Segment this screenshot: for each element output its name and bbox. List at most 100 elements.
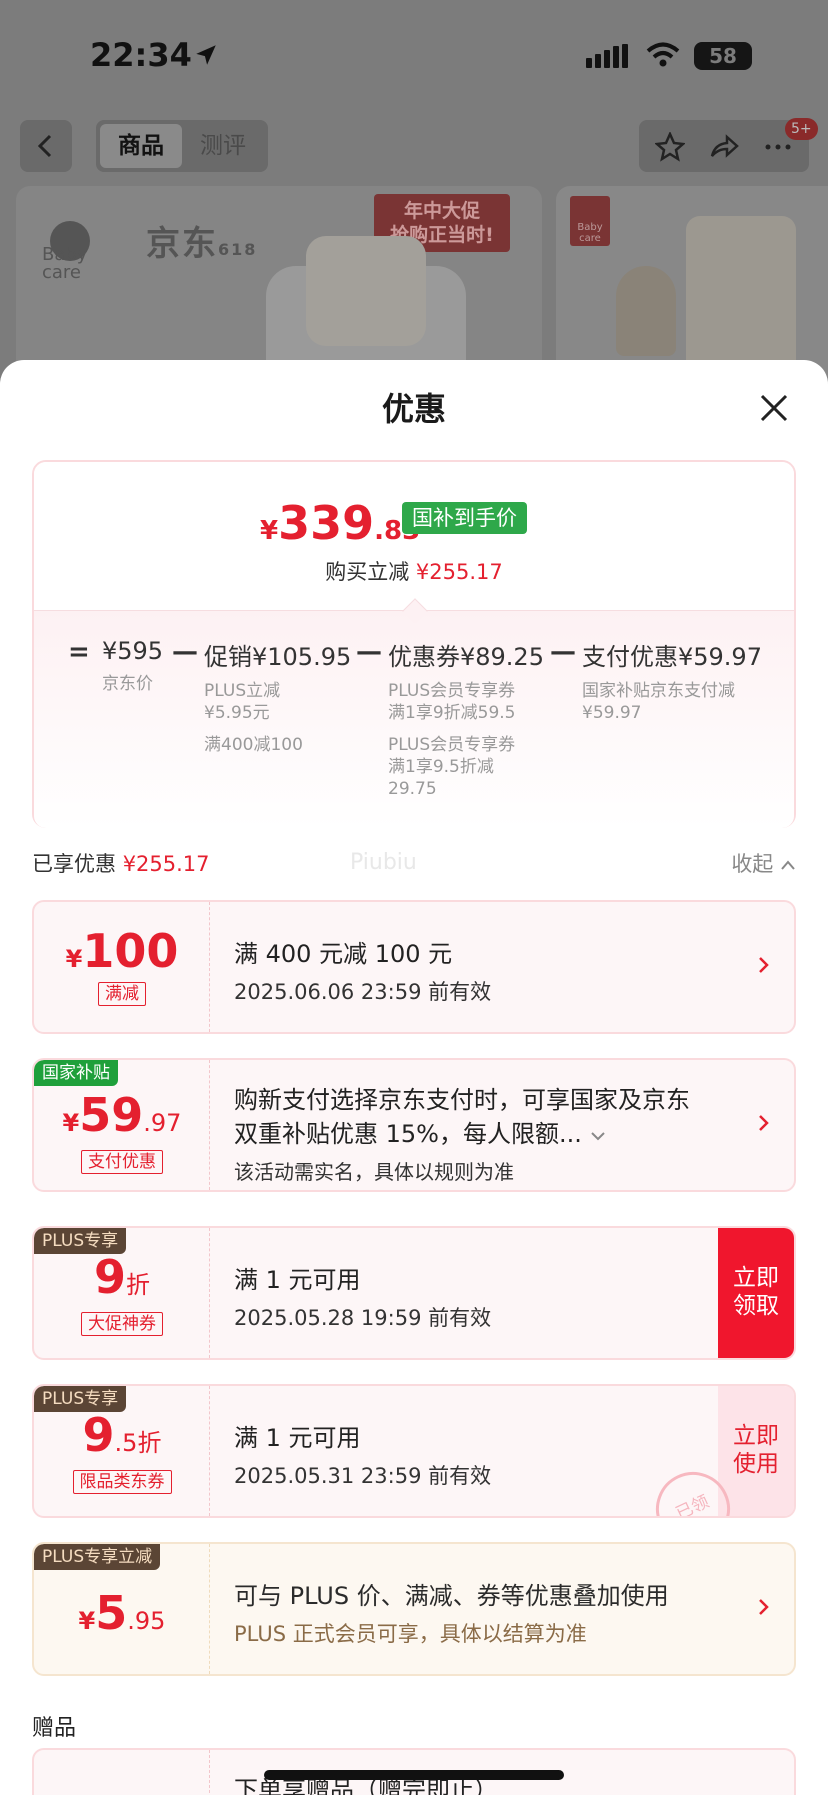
coupon-unit: 折 bbox=[126, 1271, 150, 1299]
status-bar: 22:34 58 bbox=[0, 36, 828, 76]
price-formula-area: = ¥595 京东价 — 促销¥105.95 PLUS立减 ¥5.95元 满40… bbox=[34, 610, 794, 828]
coupon-type-label: 限品类东券 bbox=[72, 1470, 172, 1494]
plus-instant-corner-tag: PLUS专享立减 bbox=[34, 1544, 161, 1570]
reduce-label: 购买立减 bbox=[325, 560, 410, 584]
coupon-amount: 9 bbox=[93, 1250, 126, 1304]
sheet-title: 优惠 bbox=[381, 390, 446, 428]
back-button[interactable] bbox=[20, 120, 72, 172]
enjoyed-label: 已享优惠 bbox=[32, 852, 116, 876]
product-page-background: 22:34 58 商品 测评 5+ Baby care 京东618 年中大促 抢… bbox=[0, 0, 828, 416]
collapse-button[interactable]: 收起 bbox=[731, 848, 796, 878]
promo-line-1: 年中大促 bbox=[403, 200, 480, 222]
claim-now-button[interactable]: 立即 领取 bbox=[718, 1228, 794, 1358]
gov-subsidy-price-tag: 国补到手价 bbox=[402, 502, 527, 534]
coupon-amount: 5 bbox=[95, 1586, 128, 1640]
jd-618-logo: 京东618 bbox=[146, 216, 257, 265]
coupon-item-2: PLUS会员专享券 满1享9.5折减 29.75 bbox=[388, 735, 516, 799]
coupon-yen: ¥ bbox=[65, 945, 83, 973]
price-formula: = ¥595 京东价 — 促销¥105.95 PLUS立减 ¥5.95元 满40… bbox=[34, 637, 794, 827]
coupon-type-label: 大促神券 bbox=[81, 1312, 163, 1336]
enjoyed-amount: ¥255.17 bbox=[122, 852, 210, 876]
formula-base: ¥595 京东价 bbox=[102, 637, 163, 695]
coupon-value: 9折 bbox=[34, 1250, 210, 1304]
jd-618-text: 618 bbox=[218, 240, 258, 259]
cellular-signal-icon bbox=[586, 44, 628, 68]
coupon-item-1: PLUS会员专享券 满1享9折减59.5 bbox=[388, 681, 516, 723]
collapse-label: 收起 bbox=[731, 852, 774, 876]
top-tab-switch: 商品 测评 bbox=[96, 120, 268, 172]
use-now-button[interactable]: 立即 使用 bbox=[718, 1386, 794, 1516]
tab-review[interactable]: 测评 bbox=[182, 124, 264, 168]
close-icon[interactable] bbox=[756, 390, 792, 426]
minus-sign: — bbox=[172, 637, 198, 667]
minus-sign: — bbox=[550, 637, 576, 667]
coupon-value-block: ¥100 满减 bbox=[34, 902, 210, 1032]
coupon-amount: 100 bbox=[82, 924, 179, 978]
chevron-right-icon bbox=[759, 1599, 769, 1615]
brand-name: Baby care bbox=[42, 244, 88, 283]
plus-exclusive-corner-tag: PLUS专享 bbox=[34, 1386, 127, 1412]
coupon-total: 优惠券¥89.25 bbox=[388, 643, 544, 671]
coupon-title-line2: 双重补贴优惠 15%，每人限额... bbox=[234, 1114, 606, 1149]
chevron-up-icon bbox=[781, 860, 795, 870]
star-icon[interactable] bbox=[655, 132, 685, 162]
plus-exclusive-corner-tag: PLUS专享 bbox=[34, 1228, 127, 1254]
gift-image-block bbox=[34, 1750, 210, 1795]
jd-logo-text: 京东 bbox=[146, 224, 218, 264]
high-chair-seat-image bbox=[306, 236, 426, 346]
promo-item-full-reduce: 满400减100 bbox=[204, 735, 303, 755]
chevron-left-icon bbox=[37, 134, 52, 158]
coupon-note: PLUS 正式会员可享，具体以结算为准 bbox=[234, 1622, 587, 1646]
coupon-plus-discount-90: 9折 大促神券 PLUS专享 满 1 元可用 2025.05.28 19:59 … bbox=[32, 1226, 796, 1360]
enjoyed-discount-row: 已享优惠 ¥255.17 Piubiu 收起 bbox=[32, 848, 796, 884]
thumb-child-image bbox=[616, 266, 676, 356]
tab-product[interactable]: 商品 bbox=[100, 124, 182, 168]
coupon-national-subsidy[interactable]: ¥59.97 支付优惠 国家补贴 购新支付选择京东支付时，可享国家及京东 双重补… bbox=[32, 1058, 796, 1192]
minus-sign: — bbox=[356, 637, 382, 667]
coupon-value: ¥59.97 bbox=[34, 1088, 210, 1142]
coupon-type-label: 满减 bbox=[98, 982, 146, 1006]
gift-section-label: 赠品 bbox=[32, 1716, 77, 1741]
chevron-right-icon bbox=[759, 957, 769, 973]
price-currency: ¥ bbox=[260, 516, 279, 546]
location-arrow-icon bbox=[196, 45, 216, 65]
final-price-area: ¥339.83 国补到手价 购买立减 ¥255.17 bbox=[34, 462, 794, 610]
coupon-full-reduction[interactable]: ¥100 满减 满 400 元减 100 元 2025.06.06 23:59 … bbox=[32, 900, 796, 1034]
formula-promo: 促销¥105.95 PLUS立减 ¥5.95元 满400减100 bbox=[204, 637, 351, 756]
chevron-down-icon[interactable] bbox=[590, 1130, 606, 1142]
coupon-validity: 2025.05.28 19:59 前有效 bbox=[234, 1306, 492, 1330]
coupon-type-tag: 限品类东券 bbox=[34, 1470, 210, 1494]
coupon-title: 可与 PLUS 价、满减、券等优惠叠加使用 bbox=[234, 1582, 669, 1610]
coupon-validity: 2025.05.31 23:59 前有效 bbox=[234, 1464, 492, 1488]
coupon-amount: 9 bbox=[82, 1408, 115, 1462]
payment-total: 支付优惠¥59.97 bbox=[582, 643, 762, 671]
coupon-title: 购新支付选择京东支付时，可享国家及京东 bbox=[234, 1086, 690, 1114]
price-breakdown-card: ¥339.83 国补到手价 购买立减 ¥255.17 = ¥595 京东价 — … bbox=[32, 460, 796, 828]
coupon-plus-instant-reduction[interactable]: ¥5.95 PLUS专享立减 可与 PLUS 价、满减、券等优惠叠加使用 PLU… bbox=[32, 1542, 796, 1676]
battery-indicator: 58 bbox=[694, 42, 752, 70]
coupon-amount: 59 bbox=[79, 1088, 144, 1142]
coupon-validity: 2025.06.06 23:59 前有效 bbox=[234, 980, 492, 1004]
discount-sheet: 优惠 ¥339.83 国补到手价 购买立减 ¥255.17 = ¥595 京东价… bbox=[0, 360, 828, 1795]
message-count-badge: 5+ bbox=[785, 118, 818, 140]
coupon-yen: ¥ bbox=[62, 1109, 80, 1137]
base-price: ¥595 bbox=[102, 637, 164, 665]
formula-coupon: 优惠券¥89.25 PLUS会员专享券 满1享9折减59.5 PLUS会员专享券… bbox=[388, 637, 544, 800]
coupon-decimal: .5折 bbox=[114, 1429, 162, 1457]
coupon-title: 满 1 元可用 bbox=[234, 1424, 361, 1452]
home-indicator[interactable] bbox=[264, 1770, 564, 1780]
coupon-type-tag: 大促神券 bbox=[34, 1312, 210, 1336]
coupon-decimal: .97 bbox=[143, 1109, 182, 1137]
thumb-brand-logo: Baby care bbox=[570, 196, 610, 246]
formula-payment: 支付优惠¥59.97 国家补贴京东支付减 ¥59.97 bbox=[582, 637, 762, 724]
coupon-type-tag: 满减 bbox=[34, 982, 210, 1006]
status-time: 22:34 bbox=[90, 36, 192, 74]
coupon-title-line2-text: 双重补贴优惠 15%，每人限额... bbox=[234, 1120, 582, 1148]
share-icon[interactable] bbox=[709, 132, 739, 162]
promo-item-plus: PLUS立减 ¥5.95元 bbox=[204, 681, 281, 723]
promo-total: 促销¥105.95 bbox=[204, 643, 352, 671]
base-price-label: 京东价 bbox=[102, 674, 153, 694]
coupon-decimal: .95 bbox=[127, 1607, 166, 1635]
coupon-note: 该活动需实名，具体以规则为准 bbox=[234, 1160, 514, 1184]
coupon-value: ¥100 bbox=[34, 924, 210, 978]
